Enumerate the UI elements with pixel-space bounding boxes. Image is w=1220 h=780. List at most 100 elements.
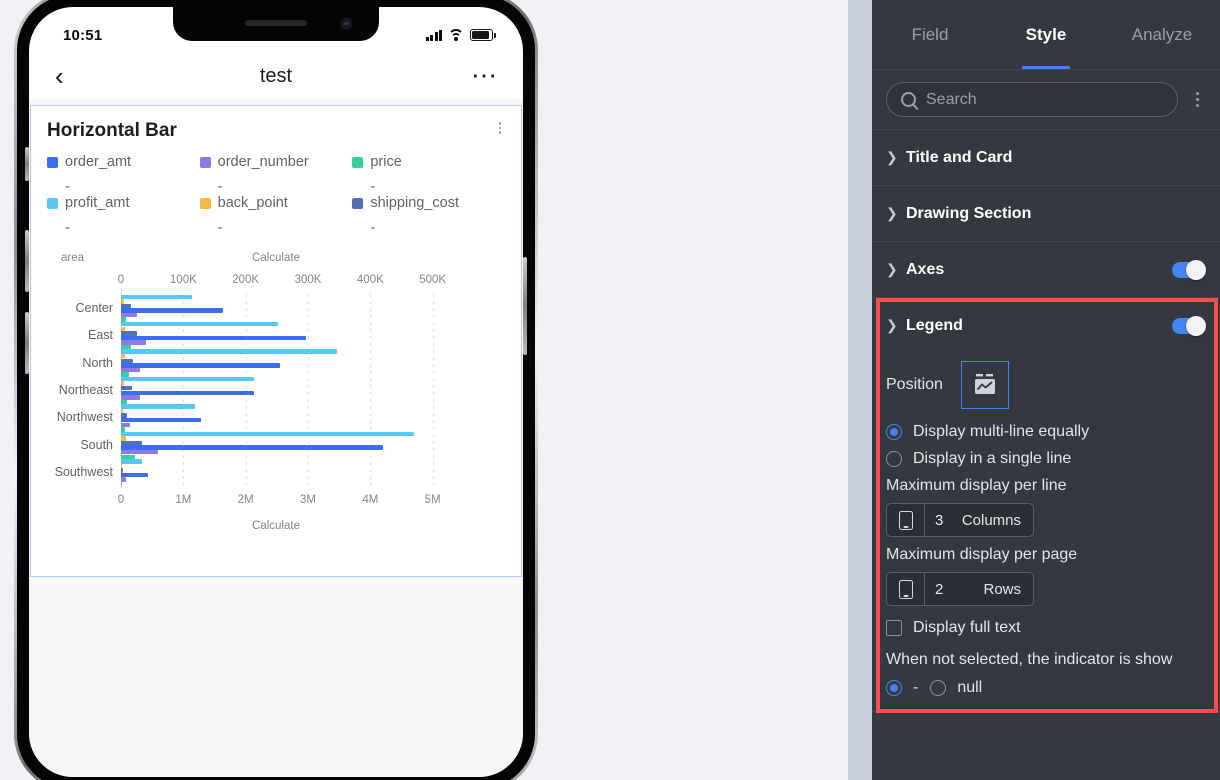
chart-card[interactable]: Horizontal Bar order_amt - order_number - pr… — [30, 105, 522, 577]
section-title-and-card[interactable]: ❯ Title and Card — [872, 130, 1220, 186]
tab-label: Analyze — [1131, 24, 1193, 44]
tab-analyze[interactable]: Analyze — [1104, 0, 1220, 69]
legend-item[interactable]: shipping_cost - — [352, 195, 505, 236]
search-icon — [901, 92, 916, 107]
back-chevron-icon[interactable]: ‹ — [55, 63, 81, 89]
search-placeholder: Search — [926, 90, 977, 108]
section-axes[interactable]: ❯ Axes — [872, 242, 1220, 298]
legend-series-value: - — [217, 179, 223, 195]
bar-group[interactable]: East — [88, 321, 495, 350]
bottom-tick-label: 2M — [237, 494, 254, 506]
bar[interactable] — [121, 431, 414, 437]
bar[interactable] — [121, 335, 307, 341]
phone-screen: 10:51 ‹ test ⋯ Horizontal Bar order_amt … — [29, 7, 523, 777]
layout-option-multi-line[interactable]: Display multi-line equally — [886, 423, 1206, 441]
legend-position-top-option[interactable] — [960, 361, 1009, 409]
legend-series-name: price — [370, 154, 402, 170]
chart-kebab-menu-icon[interactable] — [495, 120, 505, 136]
bar[interactable] — [121, 321, 279, 327]
more-ellipsis-icon[interactable]: ⋯ — [471, 63, 497, 88]
tab-style[interactable]: Style — [988, 0, 1104, 69]
bar[interactable] — [121, 477, 126, 482]
legend-series-name: order_number — [217, 154, 309, 170]
chevron-down-icon: ❯ — [886, 317, 898, 333]
display-full-text-checkbox[interactable]: Display full text — [886, 619, 1206, 637]
bar[interactable] — [121, 481, 123, 487]
bar[interactable] — [121, 417, 202, 423]
bar[interactable] — [121, 349, 338, 354]
not-selected-option-null[interactable]: null — [930, 679, 982, 697]
chart-legend: order_amt - order_number - price - profit_amt -… — [47, 154, 505, 236]
bottom-tick-label: 4M — [362, 494, 379, 506]
app-page-body: Horizontal Bar order_amt - order_number - pr… — [29, 99, 523, 777]
bar-group[interactable]: Northeast — [59, 376, 495, 405]
bar-group[interactable]: Northwest — [57, 404, 495, 432]
more-vertical-icon[interactable] — [1188, 89, 1206, 110]
section-label: Title and Card — [906, 148, 1013, 166]
bar-group[interactable]: Center — [75, 294, 495, 322]
bar[interactable] — [121, 404, 195, 409]
category-label: North — [82, 355, 113, 370]
chevron-right-icon: ❯ — [886, 205, 898, 221]
option-label: - — [913, 679, 919, 696]
style-settings-panel: Field Style Analyze Search ❯ Title and Car… — [848, 0, 1220, 780]
legend-section-header[interactable]: ❯ Legend — [886, 298, 1206, 353]
bar[interactable] — [121, 459, 142, 464]
chart-card-header: Horizontal Bar — [47, 120, 505, 142]
per-line-stepper[interactable]: 3 Columns — [886, 503, 1034, 537]
section-drawing-section[interactable]: ❯ Drawing Section — [872, 186, 1220, 242]
phone-mockup: 10:51 ‹ test ⋯ Horizontal Bar order_amt … — [14, 0, 538, 780]
top-tick-label: 100K — [169, 274, 197, 286]
legend-series-name: shipping_cost — [370, 195, 459, 211]
checkbox-label: Display full text — [913, 619, 1021, 636]
top-tick-label: 500K — [419, 274, 447, 286]
legend-toggle[interactable] — [1172, 315, 1206, 336]
position-label: Position — [886, 376, 943, 393]
bar-group[interactable]: North — [82, 349, 495, 377]
bar[interactable] — [121, 331, 137, 336]
top-axis-title: Calculate — [252, 252, 300, 264]
top-axis-ticks: 0 100K 200K 300K 400K 500K — [118, 274, 495, 288]
legend-series-value: - — [370, 220, 376, 236]
bar[interactable] — [121, 449, 159, 455]
bar[interactable] — [121, 390, 255, 396]
legend-color-swatch — [47, 156, 58, 168]
per-page-stepper[interactable]: 2 Rows — [886, 572, 1034, 606]
category-label: East — [87, 328, 113, 343]
layout-option-single-line[interactable]: Display in a single line — [886, 450, 1206, 468]
bar[interactable] — [121, 395, 140, 400]
per-line-label: Maximum display per line — [886, 477, 1067, 494]
panel-search-row: Search — [872, 70, 1220, 130]
bar[interactable] — [121, 294, 193, 300]
chevron-right-icon: ❯ — [886, 261, 898, 277]
bar[interactable] — [121, 299, 125, 304]
legend-color-swatch — [352, 156, 364, 168]
bar[interactable] — [121, 445, 384, 450]
per-page-unit: Rows — [983, 580, 1021, 598]
bar[interactable] — [121, 353, 125, 359]
phone-power-button[interactable] — [523, 257, 527, 355]
bar[interactable] — [121, 376, 254, 382]
bar[interactable] — [121, 385, 133, 391]
bar[interactable] — [121, 363, 280, 368]
category-label: Northeast — [58, 382, 113, 397]
bottom-tick-label: 0 — [117, 494, 125, 506]
legend-series-name: back_point — [217, 195, 288, 211]
not-selected-option-dash[interactable]: - — [886, 679, 918, 697]
section-label: Legend — [906, 316, 963, 334]
legend-item[interactable]: order_number - — [199, 154, 353, 195]
legend-color-swatch — [352, 197, 364, 209]
tab-field[interactable]: Field — [872, 0, 988, 69]
axes-toggle[interactable] — [1172, 259, 1206, 280]
bottom-tick-label: 5M — [424, 494, 441, 506]
legend-item[interactable]: price - — [352, 154, 505, 195]
bar-group[interactable]: Southwest — [55, 459, 495, 487]
legend-item[interactable]: order_amt - — [47, 154, 200, 195]
category-label: South — [80, 437, 113, 452]
legend-color-swatch — [199, 197, 211, 209]
search-input[interactable]: Search — [886, 82, 1178, 117]
legend-item[interactable]: profit_amt - — [47, 195, 200, 236]
bar-group[interactable]: South — [80, 431, 495, 460]
tab-label: Field — [911, 24, 949, 44]
legend-item[interactable]: back_point - — [199, 195, 353, 236]
